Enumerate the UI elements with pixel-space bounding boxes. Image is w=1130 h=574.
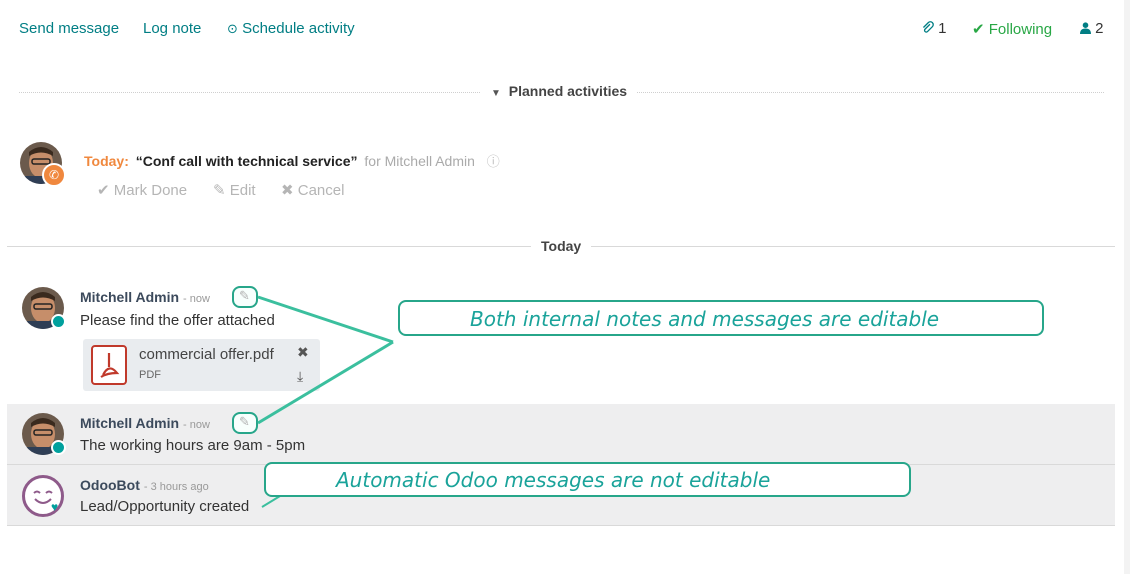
- callout-editable-text: Both internal notes and messages are edi…: [470, 307, 940, 331]
- callout-not-editable: Automatic Odoo messages are not editable: [264, 462, 911, 497]
- callout-not-editable-text: Automatic Odoo messages are not editable: [336, 468, 771, 492]
- scrollbar[interactable]: [1124, 0, 1130, 574]
- callout-editable: Both internal notes and messages are edi…: [398, 300, 1044, 336]
